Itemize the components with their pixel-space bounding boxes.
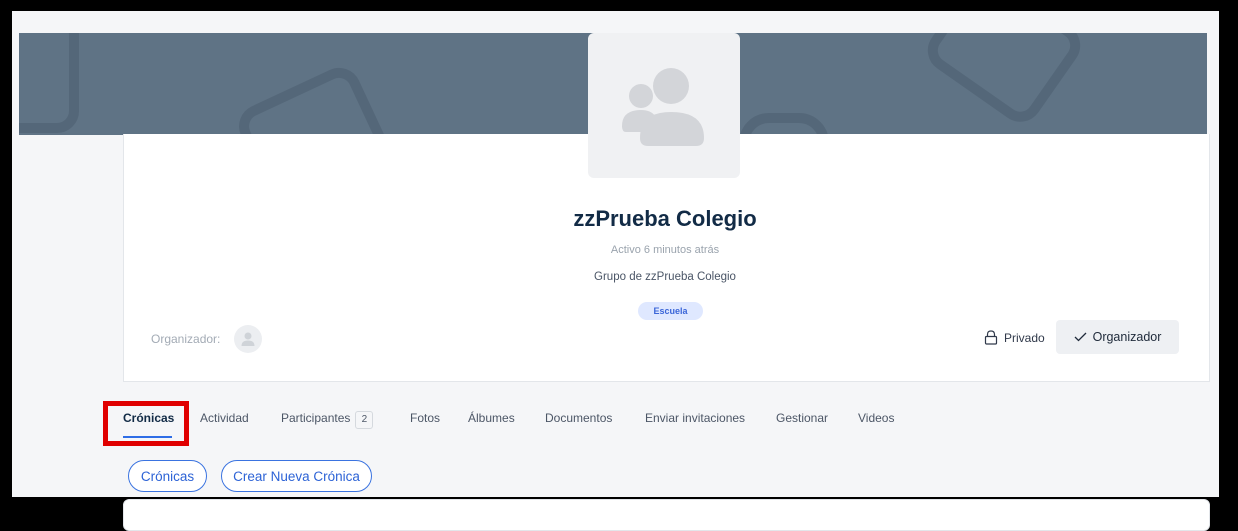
group-icon: [622, 67, 704, 146]
create-cronica-button[interactable]: Crear Nueva Crónica: [221, 460, 372, 492]
cronicas-filter-button[interactable]: Crónicas: [128, 460, 207, 492]
group-type-badge[interactable]: Escuela: [638, 302, 703, 320]
tab-participantes[interactable]: Participantes 2: [281, 411, 374, 429]
cover-decoration: [231, 60, 397, 135]
tab-gestionar[interactable]: Gestionar: [776, 411, 828, 425]
participants-count-badge: 2: [355, 411, 374, 429]
tab-actividad[interactable]: Actividad: [200, 411, 249, 425]
organizer-role-label: Organizador: [1092, 330, 1162, 344]
content-panel: [123, 499, 1210, 531]
group-description: Grupo de zzPrueba Colegio: [594, 271, 736, 283]
last-activity: Activo 6 minutos atrás: [610, 244, 720, 256]
group-avatar[interactable]: [588, 33, 740, 178]
organizer-role-button[interactable]: Organizador: [1056, 320, 1179, 354]
organizer-label: Organizador:: [151, 332, 221, 346]
cover-decoration: [739, 113, 829, 135]
organizer-avatar[interactable]: [234, 325, 262, 353]
tab-fotos[interactable]: Fotos: [410, 411, 440, 425]
lock-icon: [984, 330, 998, 345]
privacy-label: Privado: [1004, 330, 1045, 345]
cover-decoration: [919, 33, 1089, 131]
tab-documentos[interactable]: Documentos: [545, 411, 612, 425]
check-icon: [1074, 332, 1087, 342]
group-title: zzPrueba Colegio: [573, 206, 757, 231]
cover-decoration: [19, 33, 79, 133]
user-icon: [241, 332, 255, 346]
highlight-annotation: [103, 401, 189, 446]
privacy-status: Privado: [984, 330, 1045, 345]
tab-albumes[interactable]: Álbumes: [468, 411, 515, 425]
tab-videos[interactable]: Videos: [858, 411, 894, 425]
tab-participantes-label: Participantes: [281, 411, 351, 425]
tab-enviar-invitaciones[interactable]: Enviar invitaciones: [645, 411, 745, 425]
